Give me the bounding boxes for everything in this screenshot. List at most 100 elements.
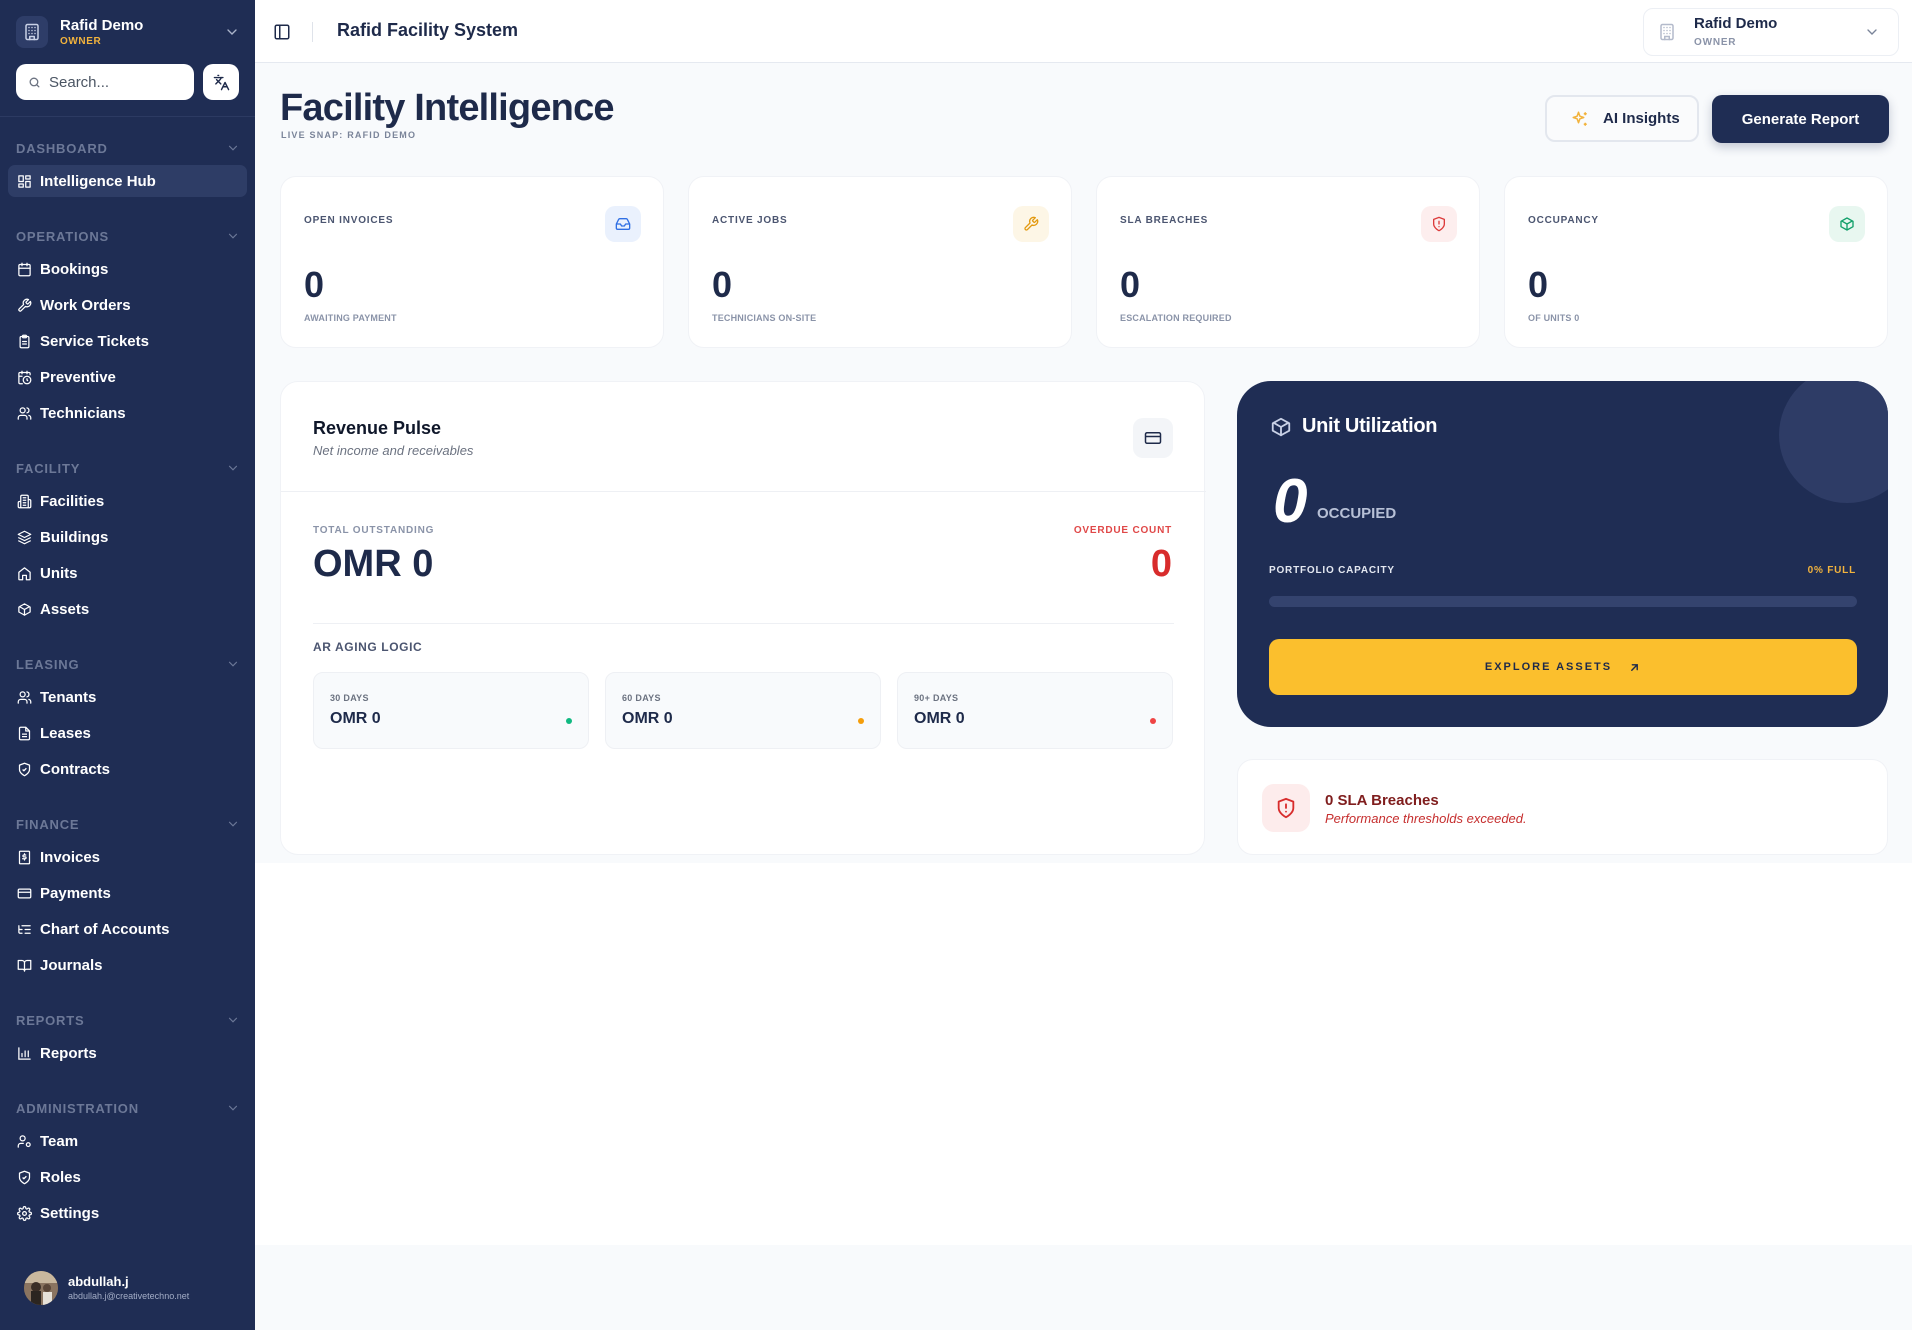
sla-alert-subtitle: Performance thresholds exceeded.: [1325, 811, 1527, 826]
sidebar-item-label: Payments: [40, 884, 111, 902]
account-switcher[interactable]: Rafid Demo OWNER: [1643, 8, 1899, 56]
stat-card-active-jobs: ACTIVE JOBS 0 TECHNICIANS ON-SITE: [688, 176, 1072, 348]
aging-bucket-60: 60 DAYS OMR 0: [605, 672, 881, 749]
translate-button[interactable]: [203, 64, 239, 100]
sidebar-item-bookings[interactable]: Bookings: [8, 253, 247, 285]
sidebar-item-intelligence-hub[interactable]: Intelligence Hub: [8, 165, 247, 197]
sidebar-item-preventive[interactable]: Preventive: [8, 361, 247, 393]
revenue-pulse-card: Revenue Pulse Net income and receivables…: [280, 381, 1206, 855]
grid-icon: [18, 174, 31, 188]
main-lower-area: [255, 863, 1912, 1245]
total-outstanding-value: OMR 0: [313, 543, 434, 585]
sidebar-item-label: Intelligence Hub: [40, 172, 156, 190]
sidebar-toggle-button[interactable]: [273, 23, 291, 41]
chevron-down-icon: [228, 821, 238, 827]
sidebar-item-journals[interactable]: Journals: [8, 949, 247, 981]
sidebar-item-label: Assets: [40, 600, 90, 618]
avatar: [24, 1271, 58, 1305]
sidebar-item-chart-of-accounts[interactable]: Chart of Accounts: [8, 913, 247, 945]
sidebar-item-label: Units: [40, 564, 78, 582]
shield-check-icon: [18, 1170, 31, 1184]
unit-utilization-card: Unit Utilization 0 OCCUPIED PORTFOLIO CA…: [1237, 381, 1888, 727]
sidebar-item-service-tickets[interactable]: Service Tickets: [8, 325, 247, 357]
inbox-icon: [605, 206, 641, 242]
sidebar-item-label: Facilities: [40, 492, 105, 510]
card-title: Revenue Pulse: [313, 418, 442, 438]
list-tree-icon: [18, 924, 31, 934]
ai-insights-label: AI Insights: [1603, 110, 1680, 127]
section-finance[interactable]: FINANCE: [16, 814, 240, 834]
gear-icon: [17, 1205, 32, 1221]
sidebar-item-team[interactable]: Team: [8, 1125, 247, 1157]
stat-value: 0: [304, 264, 325, 305]
total-outstanding-label: TOTAL OUTSTANDING: [313, 525, 435, 536]
sidebar-item-leases[interactable]: Leases: [8, 717, 247, 749]
explore-assets-button[interactable]: EXPLORE ASSETS: [1269, 639, 1857, 695]
chevron-down-icon: [228, 1105, 238, 1111]
sidebar-item-label: Roles: [40, 1168, 81, 1186]
sla-alert-card[interactable]: 0 SLA Breaches Performance thresholds ex…: [1237, 759, 1888, 855]
chevron-down-icon: [228, 661, 238, 667]
clipboard-icon: [19, 334, 30, 348]
aging-bucket-30: 30 DAYS OMR 0: [313, 672, 589, 749]
org-role: OWNER: [60, 35, 102, 47]
stat-card-occupancy: OCCUPANCY 0 OF UNITS 0: [1504, 176, 1888, 348]
ai-insights-button[interactable]: AI Insights: [1545, 95, 1699, 142]
section-operations[interactable]: OPERATIONS: [16, 226, 240, 246]
sidebar-item-work-orders[interactable]: Work Orders: [8, 289, 247, 321]
section-label: FINANCE: [16, 816, 80, 832]
aging-label: 60 DAYS: [622, 693, 661, 703]
sidebar-item-assets[interactable]: Assets: [8, 593, 247, 625]
section-dashboard[interactable]: DASHBOARD: [16, 138, 240, 158]
sidebar-item-reports[interactable]: Reports: [8, 1037, 247, 1069]
sidebar-item-contracts[interactable]: Contracts: [8, 753, 247, 785]
org-switcher[interactable]: Rafid Demo OWNER: [16, 14, 240, 50]
page-title: Facility Intelligence: [280, 87, 615, 129]
sidebar-item-technicians[interactable]: Technicians: [8, 397, 247, 429]
credit-card-icon[interactable]: [1133, 418, 1173, 458]
sidebar-item-label: Bookings: [40, 260, 109, 278]
user-name: abdullah.j: [68, 1273, 129, 1289]
search-icon: [29, 77, 40, 87]
sidebar-item-settings[interactable]: Settings: [8, 1197, 247, 1229]
sidebar-item-units[interactable]: Units: [8, 557, 247, 589]
chevron-down-icon: [228, 233, 238, 239]
shield-alert-icon: [1421, 206, 1457, 242]
sidebar-item-label: Tenants: [40, 688, 97, 706]
explore-assets-label: EXPLORE ASSETS: [1484, 661, 1613, 673]
stat-label: OPEN INVOICES: [304, 215, 394, 226]
sidebar-item-label: Leases: [40, 724, 91, 742]
book-open-icon: [17, 959, 32, 972]
stat-caption: TECHNICIANS ON-SITE: [712, 313, 817, 323]
search-input[interactable]: [49, 73, 189, 91]
sidebar-item-label: Invoices: [40, 848, 101, 866]
search-box: [16, 64, 194, 100]
generate-report-button[interactable]: Generate Report: [1712, 95, 1889, 143]
translate-icon: [213, 74, 229, 90]
header-divider: [312, 22, 313, 42]
section-leasing[interactable]: LEASING: [16, 654, 240, 674]
sidebar-item-tenants[interactable]: Tenants: [8, 681, 247, 713]
sla-alert-title: 0 SLA Breaches: [1325, 792, 1439, 809]
section-reports[interactable]: REPORTS: [16, 1010, 240, 1030]
section-label: LEASING: [16, 656, 80, 672]
stat-caption: ESCALATION REQUIRED: [1120, 313, 1232, 323]
stat-label: SLA BREACHES: [1120, 215, 1209, 226]
sidebar-item-facilities[interactable]: Facilities: [8, 485, 247, 517]
capacity-progress-bar: [1269, 596, 1857, 607]
sidebar-item-buildings[interactable]: Buildings: [8, 521, 247, 553]
section-label: ADMINISTRATION: [16, 1100, 139, 1116]
chevron-down-icon: [228, 145, 238, 151]
decorative-circle: [1779, 381, 1888, 503]
card-subtitle: Net income and receivables: [313, 443, 474, 458]
layers-icon: [17, 530, 32, 544]
section-administration[interactable]: ADMINISTRATION: [16, 1098, 240, 1118]
sidebar-item-payments[interactable]: Payments: [8, 877, 247, 909]
sidebar-item-invoices[interactable]: Invoices: [8, 841, 247, 873]
section-facility[interactable]: FACILITY: [16, 458, 240, 478]
user-profile[interactable]: abdullah.j abdullah.j@creativetechno.net: [24, 1270, 189, 1306]
sidebar-item-roles[interactable]: Roles: [8, 1161, 247, 1193]
section-label: REPORTS: [16, 1012, 85, 1028]
stat-value: 0: [1528, 264, 1549, 305]
org-name: Rafid Demo: [60, 16, 144, 34]
